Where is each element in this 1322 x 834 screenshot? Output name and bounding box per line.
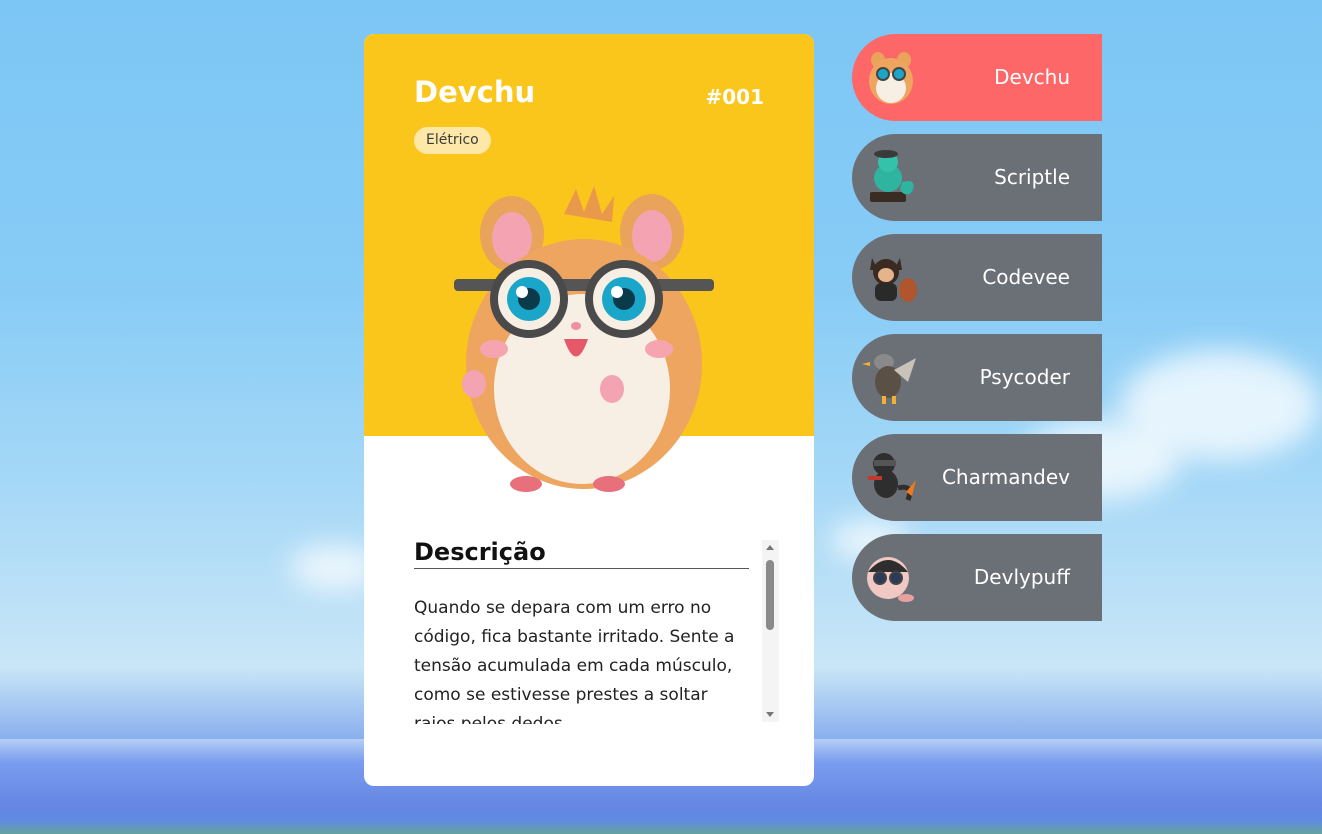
scroll-up-icon[interactable] xyxy=(766,545,774,550)
hamster-icon xyxy=(869,52,913,104)
fox-icon xyxy=(870,258,917,302)
pokemon-list: Devchu Scriptle Codevee Psycoder Charman… xyxy=(852,34,1102,634)
list-item-label: Codevee xyxy=(982,265,1070,289)
list-item-codevee[interactable]: Codevee xyxy=(852,234,1102,321)
lizard-icon xyxy=(868,453,916,501)
description-scrollbar[interactable] xyxy=(762,540,779,722)
type-badge: Elétrico xyxy=(414,127,491,154)
duck-icon xyxy=(862,354,916,404)
pokemon-name: Devchu xyxy=(414,75,536,109)
list-item-devlypuff[interactable]: Devlypuff xyxy=(852,534,1102,621)
list-item-label: Charmandev xyxy=(941,465,1070,489)
scroll-down-icon[interactable] xyxy=(766,712,774,717)
list-item-scriptle[interactable]: Scriptle xyxy=(852,134,1102,221)
puff-icon xyxy=(867,557,914,602)
description-text: Quando se depara com um erro no código, … xyxy=(414,598,735,724)
description-section: Descrição Quando se depara com um erro n… xyxy=(414,534,779,724)
grass-strip xyxy=(0,820,1322,834)
list-item-label: Devchu xyxy=(994,65,1070,89)
turtle-icon xyxy=(870,150,914,202)
hamster-with-glasses-icon xyxy=(454,186,714,492)
description-title: Descrição xyxy=(414,538,749,569)
list-item-charmandev[interactable]: Charmandev xyxy=(852,434,1102,521)
pokemon-number: #001 xyxy=(705,85,764,109)
list-item-psycoder[interactable]: Psycoder xyxy=(852,334,1102,421)
list-item-label: Devlypuff xyxy=(973,565,1070,589)
list-item-label: Scriptle xyxy=(994,165,1070,189)
pokemon-card: Devchu #001 Elétrico Descrição Quando se… xyxy=(364,34,814,786)
list-item-devchu[interactable]: Devchu xyxy=(852,34,1102,121)
scroll-thumb[interactable] xyxy=(766,560,774,630)
list-item-label: Psycoder xyxy=(979,365,1070,389)
